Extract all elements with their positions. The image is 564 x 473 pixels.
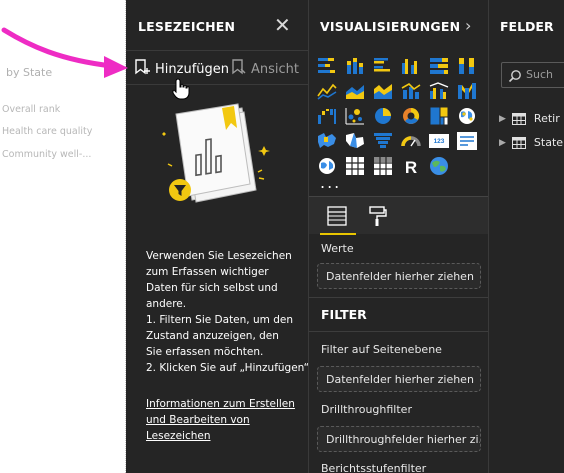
table-icon — [511, 112, 526, 125]
canvas-item-community: Community well-... — [2, 149, 92, 160]
bookmark-view-icon — [230, 58, 251, 80]
canvas-item-overall-rank: Overall rank — [2, 104, 61, 115]
format-paint-roller-icon[interactable] — [367, 205, 389, 231]
description-line: Zustand anzuzeigen, den — [146, 330, 279, 342]
link-line[interactable]: Informationen zum Erstellen — [146, 396, 306, 412]
expand-caret-icon[interactable]: ▶ — [499, 138, 506, 148]
bookmarks-description: Verwenden Sie Lesezeichen zum Erfassen w… — [146, 248, 313, 376]
values-drop-well[interactable]: Datenfelder hierher ziehen — [317, 263, 481, 289]
fields-tab-icon[interactable] — [326, 205, 348, 231]
svg-text:R: R — [405, 158, 417, 177]
visual-title: by State — [6, 66, 53, 79]
visualizations-pane: VISUALISIERUNGEN › 123 R ... Werte Datenf… — [308, 0, 489, 473]
field-table-retir[interactable]: ▶ Retir — [499, 112, 560, 125]
view-button[interactable]: Ansicht — [230, 58, 299, 80]
shape-map-icon[interactable] — [344, 130, 366, 152]
canvas-item-health-care: Health care quality — [2, 126, 93, 137]
table-name: State — [533, 136, 564, 149]
filter-title: FILTER — [321, 307, 367, 322]
ribbon-chart-icon[interactable] — [456, 80, 478, 102]
stacked-area-icon[interactable] — [372, 80, 394, 102]
section-divider — [309, 297, 489, 298]
add-bookmark-button[interactable]: Hinzufügen — [134, 58, 229, 80]
card-icon[interactable]: 123 — [428, 130, 450, 152]
link-line[interactable]: und Bearbeiten von — [146, 412, 306, 428]
bookmark-book-illustration — [162, 102, 274, 216]
kpi-icon[interactable] — [456, 130, 478, 152]
expand-caret-icon[interactable]: ▶ — [499, 114, 506, 124]
fields-pane: FELDER Such ▶ Retir ▶ State — [488, 0, 564, 473]
page-filter-label: Filter auf Seitenebene — [321, 343, 442, 356]
table-name: Retir — [533, 112, 560, 125]
r-visual-icon[interactable]: R — [400, 155, 422, 177]
filled-map-icon[interactable] — [316, 130, 338, 152]
description-line: Daten für sich selbst und — [146, 282, 278, 294]
fields-title: FELDER — [500, 19, 554, 34]
page-filter-drop-well[interactable]: Datenfelder hierher ziehen — [317, 366, 481, 392]
table-icon[interactable] — [344, 155, 366, 177]
line-clustered-column-icon[interactable] — [428, 80, 450, 102]
scatter-icon[interactable] — [344, 105, 366, 127]
visualizations-title: VISUALISIERUNGEN — [320, 19, 461, 34]
stacked-bar-icon[interactable] — [316, 55, 338, 77]
viz-tabs — [309, 196, 489, 235]
section-divider — [309, 331, 489, 332]
report-filter-label: Berichtsstufenfilter — [321, 462, 427, 473]
bookmarks-pane: LESEZEICHEN ✕ Hinzufügen Ansicht Verwend… — [126, 0, 313, 473]
description-line: Sie erfassen möchten. — [146, 346, 264, 358]
line-column-icon[interactable] — [400, 80, 422, 102]
description-line: zum Erfassen wichtiger — [146, 266, 269, 278]
hand-cursor-icon — [172, 78, 190, 104]
view-label: Ansicht — [251, 61, 300, 77]
treemap-icon[interactable] — [428, 105, 450, 127]
close-icon[interactable]: ✕ — [274, 13, 291, 37]
search-placeholder: Such — [526, 68, 553, 81]
drillthrough-drop-well[interactable]: Drillthroughfelder hierher zi... — [317, 426, 481, 452]
description-line: 2. Klicken Sie auf „Hinzufügen“. — [146, 362, 313, 374]
bookmarks-title: LESEZEICHEN — [138, 19, 236, 34]
learn-more-link[interactable]: Informationen zum Erstellen und Bearbeit… — [146, 396, 306, 444]
header-divider — [126, 50, 308, 51]
active-tab-underline — [320, 233, 356, 235]
table-icon — [511, 136, 526, 149]
report-canvas[interactable]: by State Overall rank Health care qualit… — [0, 0, 126, 473]
chevron-right-icon[interactable]: › — [465, 16, 471, 35]
stacked-column-icon[interactable] — [344, 55, 366, 77]
line-chart-icon[interactable] — [316, 80, 338, 102]
drillthrough-label: Drillthroughfilter — [321, 403, 412, 416]
100-percent-bar-icon[interactable] — [428, 55, 450, 77]
field-table-state[interactable]: ▶ State — [499, 136, 563, 149]
description-line: Verwenden Sie Lesezeichen — [146, 250, 292, 262]
link-line[interactable]: Lesezeichen — [146, 428, 306, 444]
100-percent-column-icon[interactable] — [456, 55, 478, 77]
more-visuals-button[interactable]: ... — [320, 173, 341, 192]
visual-gallery: 123 R — [316, 55, 480, 177]
search-icon — [508, 70, 521, 83]
map-icon[interactable] — [456, 105, 478, 127]
globe-icon[interactable] — [428, 155, 450, 177]
add-bookmark-label: Hinzufügen — [155, 61, 229, 77]
svg-text:123: 123 — [434, 138, 445, 145]
values-label: Werte — [321, 242, 354, 255]
toolbar-divider — [126, 84, 308, 85]
gauge-icon[interactable] — [400, 130, 422, 152]
donut-icon[interactable] — [400, 105, 422, 127]
clustered-column-icon[interactable] — [400, 55, 422, 77]
fields-search-input[interactable]: Such — [501, 62, 564, 88]
description-line: andere. — [146, 298, 187, 310]
clustered-bar-icon[interactable] — [372, 55, 394, 77]
area-chart-icon[interactable] — [344, 80, 366, 102]
matrix-icon[interactable] — [372, 155, 394, 177]
funnel-icon[interactable] — [372, 130, 394, 152]
waterfall-icon[interactable] — [316, 105, 338, 127]
bookmark-add-icon — [134, 58, 155, 80]
description-line: 1. Filtern Sie Daten, um den — [146, 314, 293, 326]
pie-icon[interactable] — [372, 105, 394, 127]
